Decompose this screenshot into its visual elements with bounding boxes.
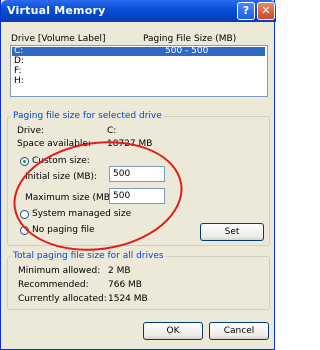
currently-allocated-label: Currently allocated: <box>18 294 107 304</box>
recommended-label: Recommended: <box>18 280 89 290</box>
custom-size-radio[interactable] <box>20 157 29 166</box>
radio-selected-dot <box>23 160 26 163</box>
drive-letter: C: <box>14 46 24 56</box>
ok-button-label: OK <box>166 326 180 336</box>
close-icon: ✕ <box>261 4 271 17</box>
drive-row-c[interactable]: C: 500 - 500 <box>12 46 265 56</box>
drive-letter: F: <box>14 66 22 76</box>
drive-row-f[interactable]: F: <box>12 66 265 76</box>
currently-allocated-value: 1524 MB <box>108 294 148 304</box>
selected-drive-group-title: Paging file size for selected drive <box>11 111 164 121</box>
drive-row-h[interactable]: H: <box>12 76 265 86</box>
drive-letter: D: <box>14 56 24 66</box>
set-button-label: Set <box>224 227 240 237</box>
drive-row-d[interactable]: D: <box>12 56 265 66</box>
cancel-button-label: Cancel <box>223 326 255 336</box>
window-title: Virtual Memory <box>7 4 106 17</box>
drive-label: Drive: <box>17 126 45 136</box>
drive-letter: H: <box>14 76 24 86</box>
drive-value: C: <box>107 126 117 136</box>
title-bar[interactable]: Virtual Memory ? ✕ <box>1 0 276 22</box>
ok-button[interactable]: OK <box>143 322 203 340</box>
close-button[interactable]: ✕ <box>257 2 275 20</box>
set-button[interactable]: Set <box>200 223 264 241</box>
virtual-memory-dialog: Virtual Memory ? ✕ Drive [Volume Label] … <box>0 0 276 350</box>
paging-size-column-header: Paging File Size (MB) <box>143 34 237 44</box>
drive-list[interactable]: C: 500 - 500 D: F: H: <box>10 45 268 97</box>
help-icon: ? <box>242 4 250 17</box>
minimum-allowed-value: 2 MB <box>108 266 131 276</box>
drive-paging-size: 500 - 500 <box>165 46 209 56</box>
minimum-allowed-label: Minimum allowed: <box>18 266 101 276</box>
totals-group-title: Total paging file size for all drives <box>11 251 166 261</box>
drive-column-header: Drive [Volume Label] <box>11 34 106 44</box>
cancel-button[interactable]: Cancel <box>209 322 269 340</box>
help-button[interactable]: ? <box>237 2 255 20</box>
recommended-value: 766 MB <box>108 280 142 290</box>
